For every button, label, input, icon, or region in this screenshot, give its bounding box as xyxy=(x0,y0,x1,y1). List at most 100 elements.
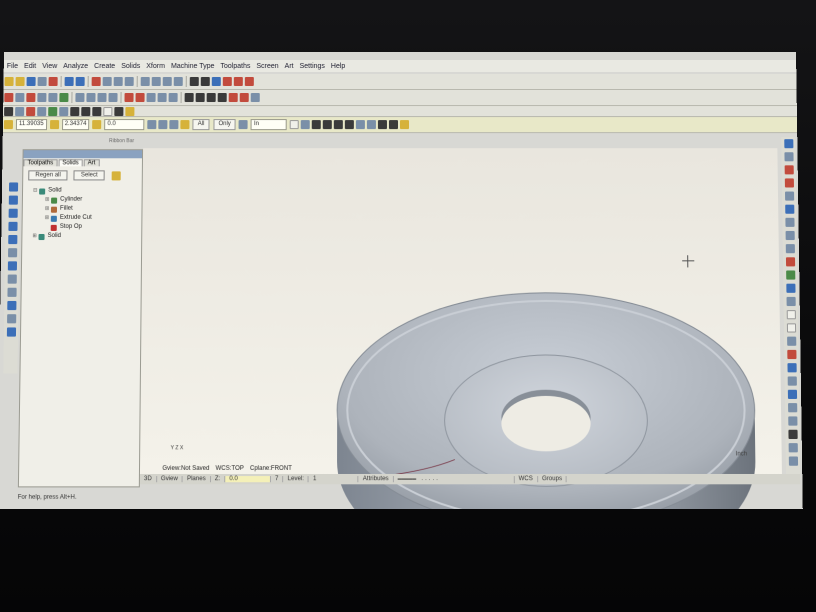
tree-node[interactable]: ⊞ Solid xyxy=(32,232,141,241)
post-icon[interactable] xyxy=(334,120,344,130)
line-style-dropdown[interactable]: ━━━━━ · · · · · xyxy=(393,475,515,483)
in-dropdown[interactable]: In xyxy=(250,119,288,131)
solids-extrude-icon[interactable] xyxy=(8,182,18,192)
solids-loft-icon[interactable] xyxy=(7,221,18,231)
tree-node[interactable]: ⊞ Cylinder xyxy=(33,196,142,205)
verify-icon[interactable] xyxy=(312,120,322,130)
ribbon-x-field[interactable]: 11.39035 xyxy=(15,119,47,131)
dimension-icon[interactable] xyxy=(15,106,25,116)
planes-button[interactable]: Planes xyxy=(182,476,211,483)
tool-lib-icon[interactable] xyxy=(788,443,798,453)
mirror-icon[interactable] xyxy=(97,93,107,103)
sphere-icon[interactable] xyxy=(211,76,221,86)
menu-view[interactable]: View xyxy=(39,62,60,69)
spline-icon[interactable] xyxy=(37,93,47,103)
level-icon[interactable] xyxy=(48,106,58,116)
level-value-field[interactable]: 7 xyxy=(271,476,284,483)
tree-node[interactable]: Stop Op xyxy=(33,223,142,232)
ribbon-z-field[interactable]: 0.0 xyxy=(104,119,145,131)
ribbon-lock-icon[interactable] xyxy=(3,120,14,130)
solids-boolean-icon[interactable] xyxy=(6,300,16,311)
menu-create[interactable]: Create xyxy=(91,62,118,69)
gview-button[interactable]: Gview xyxy=(156,476,183,483)
level-manager-icon[interactable] xyxy=(784,165,794,175)
wcs-button[interactable]: WCS xyxy=(514,476,538,483)
ribbon-tool-icon[interactable] xyxy=(147,120,157,130)
ribbon-snap-icon[interactable] xyxy=(158,120,168,130)
solids-sweep-icon[interactable] xyxy=(8,208,18,218)
draft-icon[interactable] xyxy=(217,93,227,103)
graphics-viewport[interactable]: Y Z X Inch Gview:Not Saved WCS:TOP Cplan… xyxy=(139,148,782,510)
chain-icon[interactable] xyxy=(26,106,36,116)
zoom-window-icon[interactable] xyxy=(91,76,101,86)
3d-toggle[interactable]: 3D xyxy=(139,476,157,483)
solids-chamfer-icon[interactable] xyxy=(7,248,17,258)
point-tool-icon[interactable] xyxy=(784,204,794,214)
vector-icon[interactable] xyxy=(785,230,795,241)
solids-revolve-icon[interactable] xyxy=(8,195,18,205)
ribbon-z-lock-icon[interactable] xyxy=(92,120,102,130)
line-icon[interactable] xyxy=(15,93,25,103)
shell-icon[interactable] xyxy=(195,93,205,103)
backplot-icon[interactable] xyxy=(323,120,333,130)
select-filter-icon[interactable] xyxy=(301,120,311,130)
menu-screen[interactable]: Screen xyxy=(253,62,281,69)
point-icon[interactable] xyxy=(4,93,14,103)
surface-icon[interactable] xyxy=(250,93,260,103)
arc-tool-icon[interactable] xyxy=(786,323,796,333)
boolean-icon[interactable] xyxy=(206,93,216,103)
extrude-icon[interactable] xyxy=(157,93,167,103)
rotate-icon[interactable] xyxy=(108,93,118,103)
menu-help[interactable]: Help xyxy=(328,62,348,69)
highlight-icon[interactable] xyxy=(125,106,135,116)
tree-node[interactable]: ⊞ Fillet xyxy=(33,205,142,214)
sim-icon[interactable] xyxy=(345,120,355,130)
wireframe-icon[interactable] xyxy=(189,76,199,86)
chart-icon[interactable] xyxy=(787,376,797,386)
menu-xform[interactable]: Xform xyxy=(143,62,168,69)
select-button[interactable]: Select xyxy=(73,170,105,181)
top-view-icon[interactable] xyxy=(140,76,150,86)
hole-icon[interactable] xyxy=(184,93,194,103)
corner-tool-icon[interactable] xyxy=(786,336,796,346)
manager-help-icon[interactable] xyxy=(111,170,121,180)
delete-icon[interactable] xyxy=(244,76,254,86)
stop-icon[interactable] xyxy=(378,120,388,130)
rectangle-icon[interactable] xyxy=(59,93,69,103)
grid-icon[interactable] xyxy=(228,93,238,103)
layer-icon[interactable] xyxy=(239,93,249,103)
print-icon[interactable] xyxy=(37,76,47,86)
level-number[interactable]: 1 xyxy=(308,476,359,483)
regen-all-button[interactable]: Regen all xyxy=(28,170,68,181)
color-icon[interactable] xyxy=(70,106,80,116)
menu-edit[interactable]: Edit xyxy=(21,62,39,69)
project-icon[interactable] xyxy=(146,93,156,103)
menu-settings[interactable]: Settings xyxy=(297,62,328,69)
menu-file[interactable]: File xyxy=(4,62,21,69)
right-view-icon[interactable] xyxy=(162,76,172,86)
menu-solids[interactable]: Solids xyxy=(118,62,143,69)
shaded-icon[interactable] xyxy=(200,76,210,86)
scale-icon[interactable] xyxy=(135,93,145,103)
zoom-target-icon[interactable] xyxy=(102,76,112,86)
tab-solids[interactable]: Solids xyxy=(58,159,83,167)
selection-mode-icon[interactable] xyxy=(238,120,248,130)
attribute-icon[interactable] xyxy=(59,106,69,116)
ribbon-y-lock-icon[interactable] xyxy=(49,120,59,130)
delete-tool-icon[interactable] xyxy=(786,349,797,360)
solids-thicken-icon[interactable] xyxy=(6,287,17,297)
attributes-button[interactable]: Attributes xyxy=(358,476,394,483)
surface-tool-icon[interactable] xyxy=(785,283,796,293)
machine-icon[interactable] xyxy=(787,429,798,440)
ribbon-y-field[interactable]: 2.34374 xyxy=(61,119,90,131)
doc-icon[interactable] xyxy=(788,456,798,466)
anchor-icon[interactable] xyxy=(785,244,795,254)
solids-layout-icon[interactable] xyxy=(6,327,16,337)
white-icon[interactable] xyxy=(103,106,113,116)
menu-art[interactable]: Art xyxy=(282,62,297,69)
network-icon[interactable] xyxy=(787,389,797,399)
cut-icon[interactable] xyxy=(48,76,58,86)
menu-analyze[interactable]: Analyze xyxy=(60,62,91,69)
ops-icon[interactable] xyxy=(356,120,366,130)
analyze-icon[interactable] xyxy=(233,76,243,86)
